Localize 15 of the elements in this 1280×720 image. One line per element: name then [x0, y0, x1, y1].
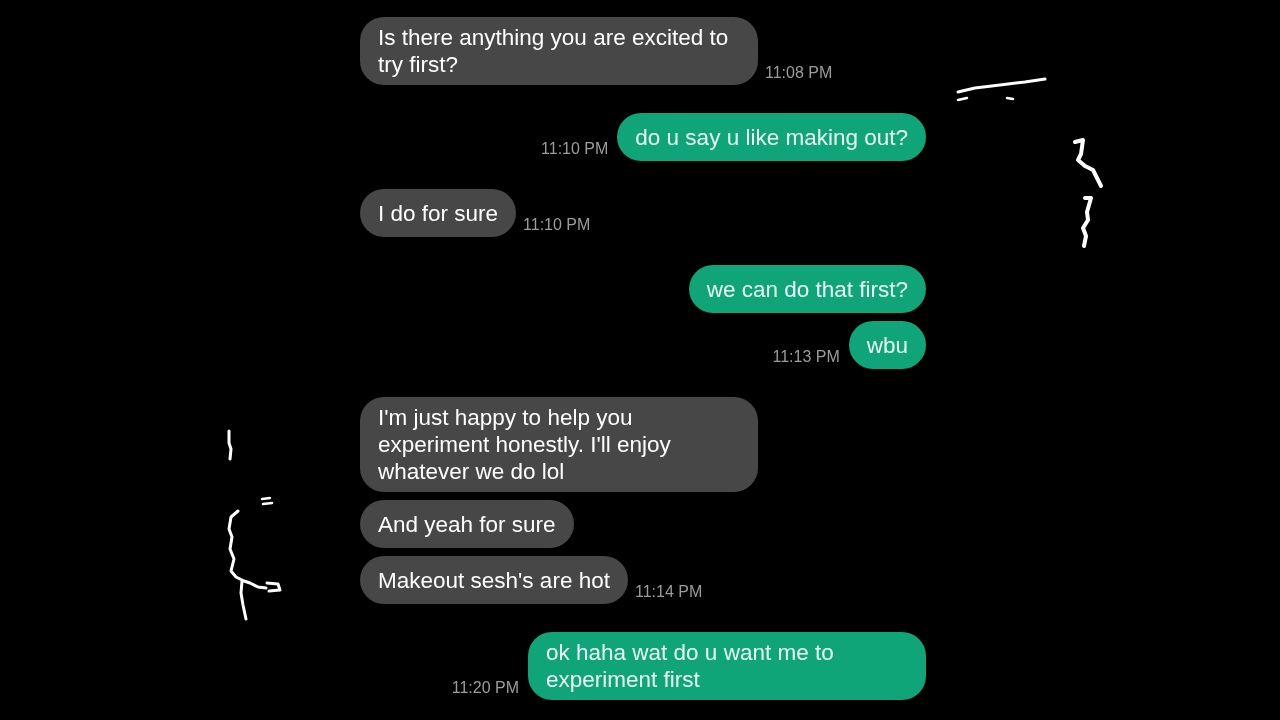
message-time: 11:20 PM — [451, 679, 519, 697]
message-time: 11:08 PM — [765, 64, 833, 82]
message-time: 11:13 PM — [772, 348, 840, 366]
message-bubble: we can do that first? — [688, 265, 926, 313]
message-bubble: ok haha wat do u want me to experiment first — [528, 632, 926, 700]
message-time: 11:10 PM — [523, 216, 591, 234]
message-bubble: wbu — [848, 321, 926, 369]
message-bubble: I do for sure — [360, 189, 517, 237]
message-bubble: do u say u like making out? — [617, 113, 926, 161]
message-bubble: Is there anything you are excited to try first? — [360, 17, 758, 85]
message-time: 11:14 PM — [634, 583, 703, 601]
message-bubble: I'm just happy to help you experiment honestly. I'll enjoy whatever we do lol — [360, 397, 758, 492]
message-bubble: Makeout sesh's are hot — [360, 556, 628, 604]
message-bubble: And yeah for sure — [360, 500, 574, 548]
message-time: 11:10 PM — [541, 140, 609, 158]
